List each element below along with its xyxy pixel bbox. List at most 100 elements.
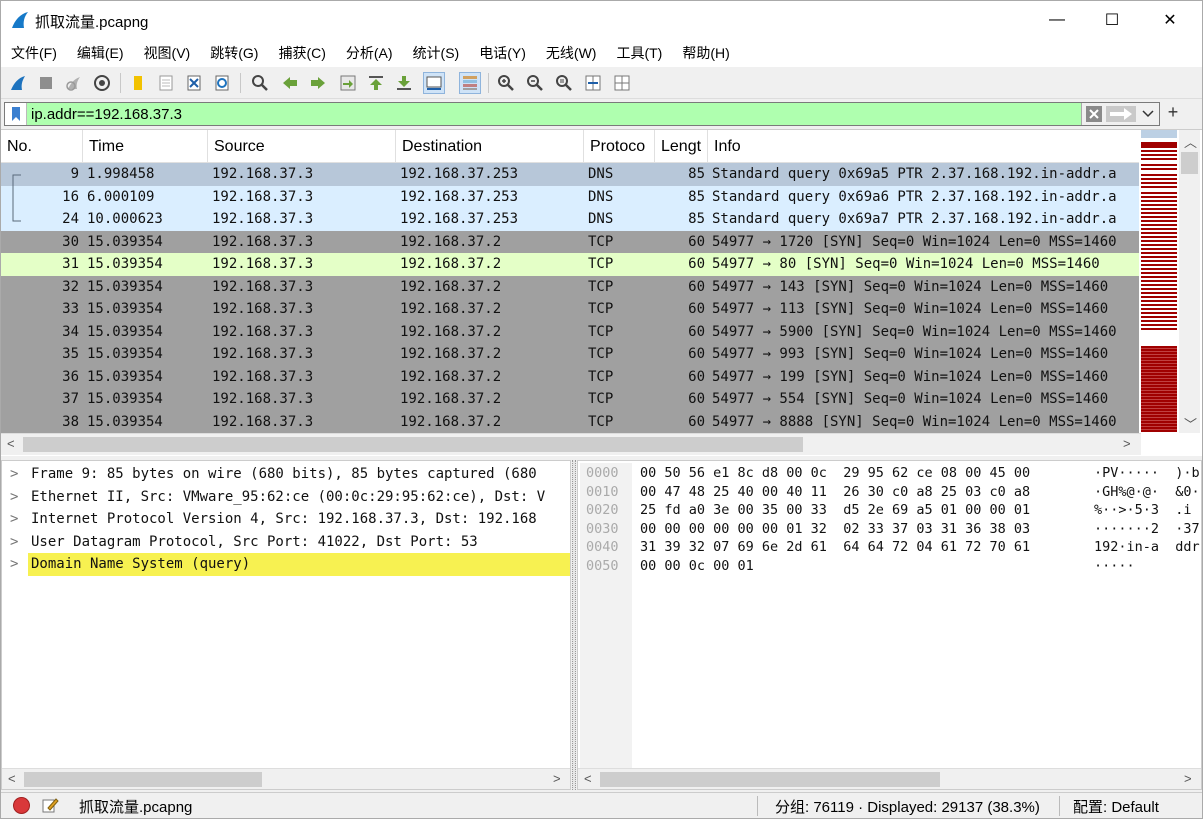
menu-view[interactable]: 视图(V)	[134, 39, 201, 67]
byte-ascii[interactable]: ·PV····· )·b	[1094, 464, 1200, 483]
bytes-hscrollbar[interactable]: < >	[578, 768, 1201, 789]
scroll-up-icon[interactable]: ︿	[1184, 132, 1197, 151]
menu-telephony[interactable]: 电话(Y)	[469, 39, 536, 67]
packet-row[interactable]: 34 15.039354 192.168.37.3 192.168.37.2 TCP 60…	[1, 320, 1139, 343]
chevron-right-icon[interactable]: >	[10, 508, 18, 531]
chevron-right-icon[interactable]: >	[10, 486, 18, 509]
vscroll-thumb[interactable]	[1181, 152, 1198, 174]
maximize-button[interactable]: ☐	[1089, 1, 1135, 39]
chevron-right-icon[interactable]: >	[10, 553, 18, 576]
menu-wireless[interactable]: 无线(W)	[536, 39, 607, 67]
capture-options-icon[interactable]	[91, 72, 113, 94]
byte-hex[interactable]: 25 fd a0 3e 00 35 00 33 d5 2e 69 a5 01 0…	[640, 501, 1030, 520]
filter-bookmark-button[interactable]	[5, 103, 27, 125]
byte-ascii[interactable]: ·GH%@·@· &0·	[1094, 483, 1200, 502]
packet-row[interactable]: 9 1.998458 192.168.37.3 192.168.37.253 DNS 85…	[1, 163, 1139, 186]
layout-icon[interactable]	[611, 72, 633, 94]
column-header-length[interactable]: Lengt	[655, 130, 708, 163]
scroll-right-icon[interactable]: >	[553, 771, 561, 786]
find-packet-icon[interactable]	[249, 72, 271, 94]
byte-hex[interactable]: 00 00 0c 00 01	[640, 557, 754, 576]
auto-scroll-icon[interactable]	[423, 72, 445, 94]
add-filter-button[interactable]: +	[1165, 102, 1181, 122]
resize-columns-icon[interactable]	[582, 72, 604, 94]
byte-ascii[interactable]: 192·in-a ddr	[1094, 538, 1200, 557]
byte-hex[interactable]: 00 50 56 e1 8c d8 00 0c 29 95 62 ce 08 0…	[640, 464, 1030, 483]
packet-row[interactable]: 24 10.000623 192.168.37.3 192.168.37.253 DNS…	[1, 208, 1139, 231]
details-hscrollbar[interactable]: < >	[2, 768, 570, 789]
menu-analyze[interactable]: 分析(A)	[336, 39, 403, 67]
byte-ascii[interactable]: ·····	[1094, 557, 1135, 576]
scroll-right-icon[interactable]: >	[1123, 436, 1131, 451]
scroll-left-icon[interactable]: <	[7, 436, 15, 451]
column-header-time[interactable]: Time	[83, 130, 208, 163]
byte-hex[interactable]: 00 47 48 25 40 00 40 11 26 30 c0 a8 25 0…	[640, 483, 1030, 502]
packet-row[interactable]: 35 15.039354 192.168.37.3 192.168.37.2 TCP 60…	[1, 343, 1139, 366]
stop-capture-icon[interactable]	[35, 72, 57, 94]
colorize-icon[interactable]	[459, 72, 481, 94]
go-last-icon[interactable]	[393, 72, 415, 94]
open-file-icon[interactable]	[127, 72, 149, 94]
packet-row[interactable]: 16 6.000109 192.168.37.3 192.168.37.253 DNS 8…	[1, 185, 1139, 208]
detail-row-udp[interactable]: > User Datagram Protocol, Src Port: 4102…	[2, 531, 570, 554]
zoom-in-icon[interactable]	[495, 72, 517, 94]
start-capture-icon[interactable]	[7, 72, 29, 94]
byte-ascii[interactable]: ·······2 ·37	[1094, 520, 1200, 539]
status-profile[interactable]: 配置: Default	[1073, 796, 1159, 817]
chevron-right-icon[interactable]: >	[10, 463, 18, 486]
scroll-left-icon[interactable]: <	[584, 771, 592, 786]
go-back-icon[interactable]	[279, 72, 301, 94]
go-to-packet-icon[interactable]	[337, 72, 359, 94]
clear-filter-icon[interactable]	[1085, 105, 1103, 123]
detail-row-frame[interactable]: > Frame 9: 85 bytes on wire (680 bits), …	[2, 463, 570, 486]
packet-list-vscrollbar[interactable]: ︿ ﹀	[1179, 130, 1200, 433]
edit-comment-icon[interactable]	[41, 796, 59, 814]
menu-capture[interactable]: 捕获(C)	[268, 39, 335, 67]
close-window-button[interactable]: ✕	[1147, 1, 1193, 39]
go-first-icon[interactable]	[365, 72, 387, 94]
menu-edit[interactable]: 编辑(E)	[67, 39, 134, 67]
packet-row[interactable]: 32 15.039354 192.168.37.3 192.168.37.2 TCP 60…	[1, 275, 1139, 298]
packet-row[interactable]: 36 15.039354 192.168.37.3 192.168.37.2 TCP 60…	[1, 365, 1139, 388]
close-file-icon[interactable]	[183, 72, 205, 94]
packet-list-hscrollbar[interactable]: < >	[1, 433, 1141, 455]
scroll-right-icon[interactable]: >	[1184, 771, 1192, 786]
byte-hex[interactable]: 00 00 00 00 00 00 01 32 02 33 37 03 31 3…	[640, 520, 1030, 539]
scroll-down-icon[interactable]: ﹀	[1184, 414, 1197, 433]
apply-filter-icon[interactable]	[1106, 106, 1136, 122]
menu-file[interactable]: 文件(F)	[1, 39, 67, 67]
column-header-no[interactable]: No.	[1, 130, 83, 163]
detail-row-ethernet[interactable]: > Ethernet II, Src: VMware_95:62:ce (00:…	[2, 486, 570, 509]
packet-row[interactable]: 37 15.039354 192.168.37.3 192.168.37.2 TCP 60…	[1, 388, 1139, 411]
restart-capture-icon[interactable]	[63, 72, 85, 94]
packet-minimap[interactable]	[1139, 130, 1179, 433]
column-header-info[interactable]: Info	[708, 130, 1139, 163]
expert-info-icon[interactable]	[13, 797, 30, 814]
byte-ascii[interactable]: %··>·5·3 .i	[1094, 501, 1192, 520]
packet-row[interactable]: 33 15.039354 192.168.37.3 192.168.37.2 TCP 60…	[1, 298, 1139, 321]
zoom-normal-icon[interactable]	[553, 72, 575, 94]
go-forward-icon[interactable]	[307, 72, 329, 94]
zoom-out-icon[interactable]	[524, 72, 546, 94]
save-file-icon[interactable]	[155, 72, 177, 94]
pane-splitter[interactable]	[572, 460, 576, 790]
reload-icon[interactable]	[211, 72, 233, 94]
column-header-destination[interactable]: Destination	[396, 130, 584, 163]
display-filter-input[interactable]	[31, 105, 1081, 123]
menu-statistics[interactable]: 统计(S)	[403, 39, 470, 67]
byte-hex[interactable]: 31 39 32 07 69 6e 2d 61 64 64 72 04 61 7…	[640, 538, 1030, 557]
hscroll-thumb[interactable]	[24, 772, 262, 787]
detail-row-ipv4[interactable]: > Internet Protocol Version 4, Src: 192.…	[2, 508, 570, 531]
minimize-button[interactable]: —	[1034, 1, 1080, 39]
hscroll-thumb[interactable]	[23, 437, 803, 452]
scroll-left-icon[interactable]: <	[8, 771, 16, 786]
packet-row[interactable]: 38 15.039354 192.168.37.3 192.168.37.2 TCP 60…	[1, 410, 1139, 433]
menu-go[interactable]: 跳转(G)	[200, 39, 268, 67]
menu-help[interactable]: 帮助(H)	[672, 39, 739, 67]
column-header-source[interactable]: Source	[208, 130, 396, 163]
chevron-right-icon[interactable]: >	[10, 531, 18, 554]
chevron-down-icon[interactable]	[1142, 110, 1154, 118]
packet-row[interactable]: 30 15.039354 192.168.37.3 192.168.37.2 TCP 60…	[1, 230, 1139, 253]
packet-row[interactable]: 31 15.039354 192.168.37.3 192.168.37.2 TCP 60…	[1, 253, 1139, 276]
menu-tools[interactable]: 工具(T)	[606, 39, 672, 67]
